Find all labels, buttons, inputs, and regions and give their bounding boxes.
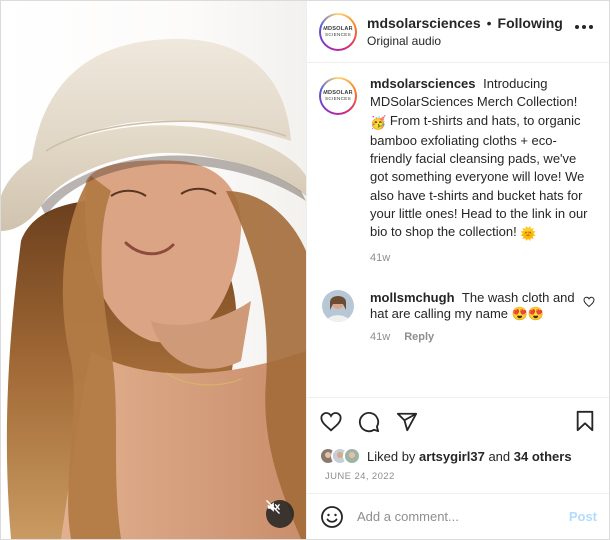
caption-username[interactable]: mdsolarsciences bbox=[370, 76, 476, 91]
like-button[interactable] bbox=[319, 410, 343, 434]
more-dots-icon bbox=[575, 25, 579, 29]
comment-bubble-icon bbox=[358, 411, 380, 432]
likes-summary: Liked by artsygirl37 and 34 others bbox=[307, 445, 609, 467]
liker-username[interactable]: artsygirl37 bbox=[419, 449, 485, 464]
post-date[interactable]: JUNE 24, 2022 bbox=[307, 467, 609, 493]
header-username[interactable]: mdsolarsciences bbox=[367, 15, 481, 31]
commenter-avatar[interactable] bbox=[322, 289, 354, 322]
model-photo bbox=[1, 38, 306, 539]
audio-label[interactable]: Original audio bbox=[367, 34, 563, 48]
share-button[interactable] bbox=[395, 410, 419, 434]
heart-outline-icon bbox=[583, 296, 595, 307]
action-bar bbox=[307, 397, 609, 445]
smiley-icon bbox=[321, 505, 343, 528]
heart-eyes-emoji: 😍😍 bbox=[511, 306, 545, 322]
paper-plane-icon bbox=[396, 412, 418, 431]
others-link[interactable]: 34 others bbox=[514, 449, 572, 464]
instagram-post: MDSOLAR SCIENCES mdsolarsciences • Follo… bbox=[0, 0, 610, 540]
caption-text: mdsolarsciences Introducing MDSolarScien… bbox=[370, 75, 590, 244]
post-media[interactable] bbox=[1, 1, 306, 539]
caption: MDSOLAR SCIENCES mdsolarsciences Introdu… bbox=[319, 75, 597, 264]
post-header: MDSOLAR SCIENCES mdsolarsciences • Follo… bbox=[307, 1, 609, 63]
post-side-panel: MDSOLAR SCIENCES mdsolarsciences • Follo… bbox=[306, 1, 609, 539]
heart-icon bbox=[320, 411, 342, 431]
caption-avatar[interactable]: MDSOLAR SCIENCES bbox=[319, 77, 357, 115]
speaker-muted-icon bbox=[266, 500, 280, 514]
party-emoji: 🥳 bbox=[370, 114, 387, 130]
save-button[interactable] bbox=[575, 410, 595, 435]
comment-timestamp[interactable]: 41w bbox=[370, 331, 390, 343]
reply-button[interactable]: Reply bbox=[404, 331, 434, 343]
comment-username[interactable]: mollsmchugh bbox=[370, 290, 455, 305]
following-button[interactable]: Following bbox=[498, 15, 563, 31]
comment-like-button[interactable] bbox=[583, 296, 595, 311]
comments-section: MDSOLAR SCIENCES mdsolarsciences Introdu… bbox=[307, 63, 609, 397]
comment-input[interactable] bbox=[357, 509, 569, 524]
mute-toggle-button[interactable] bbox=[266, 500, 294, 528]
separator-dot: • bbox=[486, 15, 492, 31]
emoji-picker-button[interactable] bbox=[319, 504, 345, 530]
post-comment-button[interactable]: Post bbox=[569, 509, 597, 524]
comment-item: mollsmchugh The wash cloth and hat are c… bbox=[319, 289, 597, 343]
caption-timestamp[interactable]: 41w bbox=[370, 252, 590, 264]
liker-avatar bbox=[343, 447, 361, 465]
sun-emoji: 🌞 bbox=[520, 226, 537, 242]
add-comment-bar: Post bbox=[307, 493, 609, 539]
liker-avatars[interactable] bbox=[319, 447, 361, 465]
brand-logo: MDSOLAR SCIENCES bbox=[323, 25, 353, 37]
profile-avatar[interactable]: MDSOLAR SCIENCES bbox=[319, 12, 357, 51]
comment-button[interactable] bbox=[357, 410, 381, 434]
bookmark-icon bbox=[576, 410, 594, 432]
more-options-button[interactable] bbox=[575, 25, 593, 29]
